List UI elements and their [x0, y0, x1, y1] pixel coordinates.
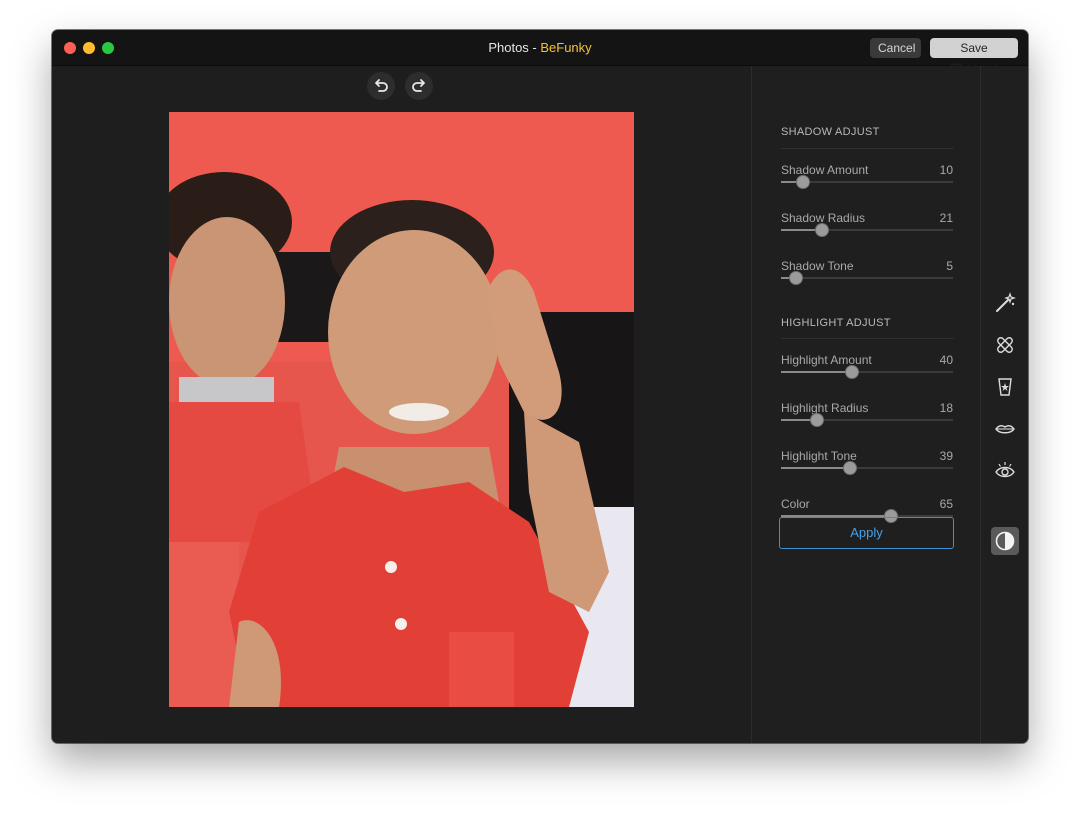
edited-photo[interactable] — [169, 112, 634, 707]
apply-button[interactable]: Apply — [779, 517, 954, 549]
title-bar: Photos - BeFunky Cancel Save Changes — [52, 30, 1028, 75]
slider-label: Highlight Tone — [781, 449, 857, 463]
slider-fill — [781, 371, 852, 373]
slider-thumb[interactable] — [815, 223, 830, 237]
slider-value: 10 — [939, 163, 953, 177]
contrast-icon — [995, 531, 1015, 551]
slider-highlight-amount[interactable]: Highlight Amount 40 — [781, 353, 953, 389]
slider-track[interactable] — [781, 365, 953, 379]
window-title-app: BeFunky — [540, 40, 592, 55]
tool-makeup[interactable] — [991, 373, 1019, 401]
photo-canvas — [52, 66, 751, 743]
section-divider — [781, 148, 954, 149]
slider-track[interactable] — [781, 175, 953, 189]
save-changes-button[interactable]: Save Changes — [930, 38, 1018, 75]
highlight-adjust-heading: HIGHLIGHT ADJUST — [781, 317, 891, 329]
redo-icon — [412, 79, 425, 92]
undo-icon — [375, 79, 388, 92]
slider-track[interactable] — [781, 223, 953, 237]
bandage-icon — [997, 337, 1013, 353]
lips-icon — [995, 424, 1015, 434]
slider-value: 40 — [939, 353, 953, 367]
slider-thumb[interactable] — [789, 271, 804, 285]
slider-label: Color — [781, 497, 810, 511]
slider-shadow-tone[interactable]: Shadow Tone 5 — [781, 259, 953, 295]
app-window: Photos - BeFunky Cancel Save Changes — [52, 30, 1028, 743]
slider-highlight-tone[interactable]: Highlight Tone 39 — [781, 449, 953, 485]
tool-bandage[interactable] — [991, 331, 1019, 359]
makeup-icon — [998, 378, 1012, 396]
adjust-panel: SHADOW ADJUST Shadow Amount 10 Shadow Ra… — [751, 66, 981, 743]
tool-eye[interactable] — [991, 457, 1019, 485]
slider-thumb[interactable] — [810, 413, 825, 427]
slider-value: 18 — [939, 401, 953, 415]
window-title-prefix: Photos - — [488, 40, 541, 55]
slider-thumb[interactable] — [842, 461, 857, 475]
slider-value: 21 — [939, 211, 953, 225]
undo-button[interactable] — [367, 72, 395, 100]
section-divider — [781, 338, 954, 339]
shadow-adjust-heading: SHADOW ADJUST — [781, 126, 880, 138]
tool-contrast[interactable] — [991, 527, 1019, 555]
tool-rail — [980, 66, 1028, 743]
slider-label: Highlight Amount — [781, 353, 872, 367]
slider-track[interactable] — [781, 271, 953, 285]
slider-thumb[interactable] — [796, 175, 811, 189]
slider-shadow-radius[interactable]: Shadow Radius 21 — [781, 211, 953, 247]
slider-value: 5 — [946, 259, 953, 273]
slider-shadow-amount[interactable]: Shadow Amount 10 — [781, 163, 953, 199]
eye-icon — [995, 462, 1015, 478]
slider-label: Highlight Radius — [781, 401, 869, 415]
slider-label: Shadow Amount — [781, 163, 869, 177]
slider-thumb[interactable] — [844, 365, 859, 379]
tool-lips[interactable] — [991, 415, 1019, 443]
slider-track[interactable] — [781, 461, 953, 475]
tool-magic-wand[interactable] — [991, 289, 1019, 317]
slider-fill — [781, 467, 850, 469]
redo-button[interactable] — [405, 72, 433, 100]
slider-highlight-radius[interactable]: Highlight Radius 18 — [781, 401, 953, 437]
magic-wand-icon — [996, 292, 1016, 312]
slider-value: 39 — [939, 449, 953, 463]
cancel-button[interactable]: Cancel — [870, 38, 921, 58]
slider-track[interactable] — [781, 413, 953, 427]
slider-value: 65 — [939, 497, 953, 511]
